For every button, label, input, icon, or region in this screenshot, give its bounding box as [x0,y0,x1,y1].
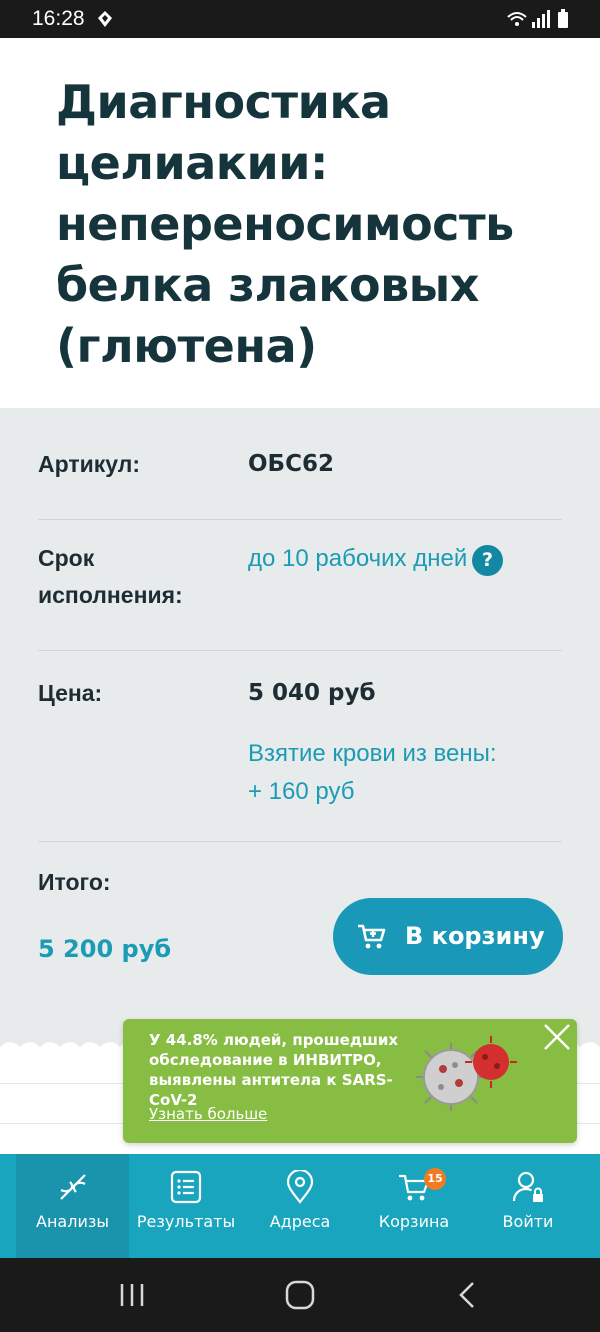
list-icon [170,1170,202,1204]
dna-icon [59,1174,86,1200]
status-time: 16:28 [32,7,85,30]
tab-label: Корзина [378,1212,450,1231]
tab-addresses[interactable]: Адреса [243,1154,357,1258]
tab-label: Адреса [269,1212,331,1231]
cart-count-badge: 15 [424,1168,446,1190]
status-bar: 16:28 [0,0,600,38]
virus-illustration-icon [416,1036,517,1111]
tab-label: Войти [502,1212,554,1231]
total-value: 5 200 руб [38,935,172,963]
add-to-cart-label: В корзину [405,922,545,950]
tab-cart[interactable]: 15 Корзина [357,1154,471,1258]
covid-promo-banner[interactable]: У 44.8% людей, прошедших обследование в … [123,1019,577,1143]
price-value: 5 040 руб [248,680,376,706]
home-icon[interactable] [280,1278,320,1312]
tab-analyses[interactable]: Анализы [16,1154,129,1258]
tab-login[interactable]: Войти [471,1154,585,1258]
total-label: Итого: [38,869,111,895]
test-details-card: Артикул: ОБС62 Срок исполнения: до 10 ра… [0,408,600,1053]
blood-draw-label: Взятие крови из вены: [248,740,497,767]
close-icon[interactable] [541,1021,573,1053]
article-row: Артикул: ОБС62 [38,408,562,520]
location-pin-icon [286,1170,314,1204]
tab-label: Результаты [136,1212,236,1231]
article-value: ОБС62 [248,451,334,477]
term-label: Срок исполнения: [38,545,183,608]
price-row: Цена: 5 040 руб Взятие крови из вены: + … [38,651,562,842]
promo-text: У 44.8% людей, прошедших обследование в … [149,1031,399,1109]
blood-draw-price: + 160 руб [248,778,355,805]
term-row: Срок исполнения: до 10 рабочих дней [38,520,562,651]
system-navigation-bar [0,1258,600,1332]
tab-label: Анализы [36,1212,109,1231]
user-lock-icon [512,1171,543,1202]
system-status-icons [507,9,568,28]
add-to-cart-button[interactable]: В корзину [333,898,563,975]
article-label: Артикул: [38,451,141,477]
term-help-button[interactable]: ? [472,545,503,576]
bottom-tab-bar: Анализы Результаты Адреса 15 Корзина Вой… [0,1154,600,1258]
title-section: Диагностика целиакии: непереносимость бе… [0,38,600,408]
back-icon[interactable] [448,1278,488,1312]
cart-icon [358,924,386,949]
promo-learn-more-link[interactable]: Узнать больше [149,1105,267,1123]
price-label: Цена: [38,680,103,706]
recent-apps-icon[interactable] [112,1278,152,1312]
tab-results[interactable]: Результаты [129,1154,243,1258]
page-title: Диагностика целиакии: непереносимость бе… [56,75,514,373]
term-value: до 10 рабочих дней [248,545,468,572]
notification-icon [98,11,112,27]
